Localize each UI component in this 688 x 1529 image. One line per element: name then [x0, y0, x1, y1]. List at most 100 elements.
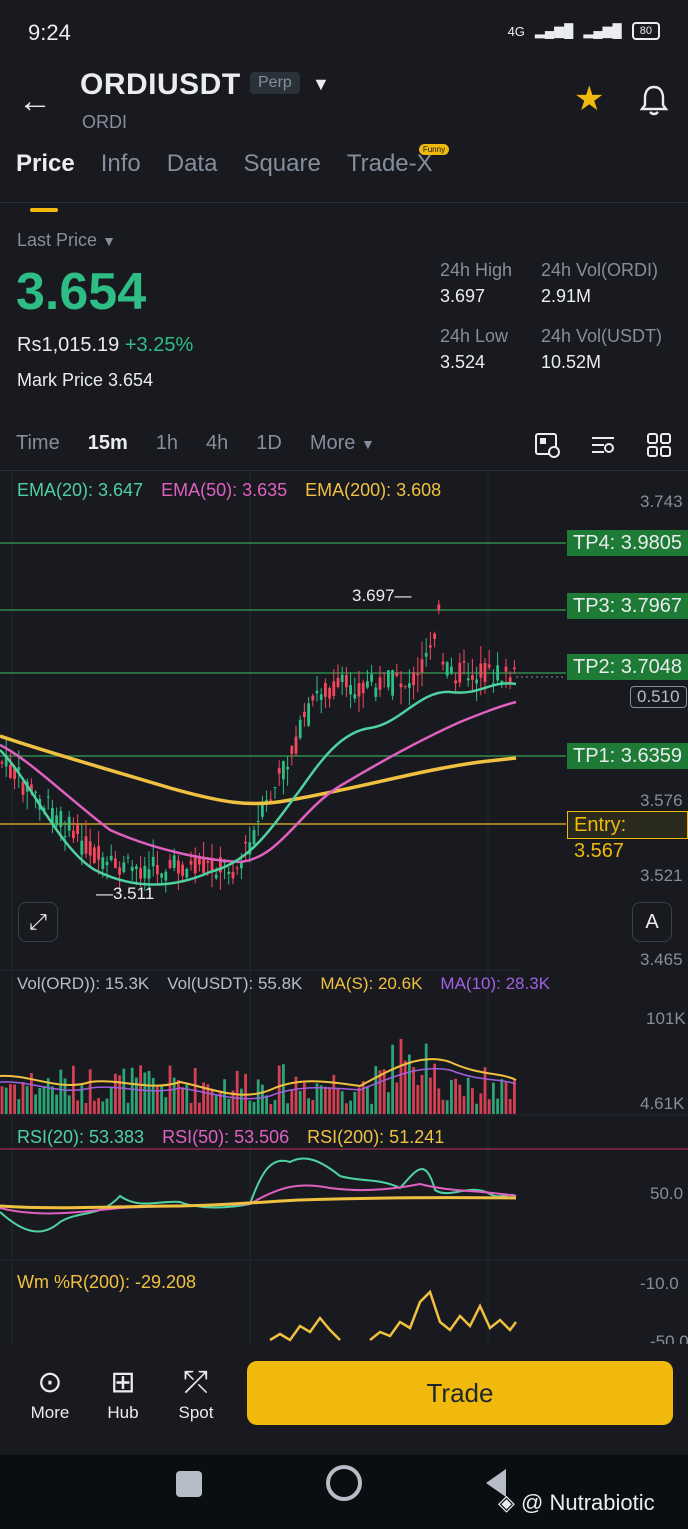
candle-body: [139, 868, 142, 879]
tab-data[interactable]: Data: [167, 150, 218, 200]
indicator-settings-icon[interactable]: [590, 432, 616, 458]
price-change: +3.25%: [124, 334, 194, 356]
tp3-tag[interactable]: TP3: 3.7967: [567, 593, 688, 619]
candle-body: [294, 736, 298, 754]
tf-1h[interactable]: 1h: [156, 432, 178, 455]
volume-bar: [412, 1067, 415, 1114]
symbol-dropdown-icon[interactable]: ▼: [312, 74, 330, 95]
candle-body: [59, 811, 63, 828]
hub-button[interactable]: ⊞ Hub: [93, 1363, 153, 1423]
high-annotation-value: 3.697: [352, 586, 395, 605]
favorite-star-icon[interactable]: ★: [574, 82, 604, 116]
volume-bar: [189, 1102, 193, 1114]
tf-15m[interactable]: 15m: [88, 432, 128, 455]
spot-button[interactable]: ⤱ Spot: [166, 1363, 226, 1423]
mark-price-label: Mark Price: [17, 370, 104, 390]
volume-bar: [513, 1080, 516, 1114]
tab-trade-x[interactable]: Trade-X Funny: [346, 144, 450, 200]
candle-body: [437, 604, 441, 610]
candle-body: [252, 830, 256, 845]
entry-tag[interactable]: Entry: 3.567: [567, 811, 688, 862]
candle-body: [487, 664, 491, 668]
volume-bar: [366, 1086, 369, 1114]
recents-icon[interactable]: [176, 1471, 202, 1497]
tab-info[interactable]: Info: [101, 150, 141, 200]
rsi20-line: [0, 1157, 517, 1233]
tab-price[interactable]: Price: [16, 150, 75, 212]
layout-grid-icon[interactable]: [646, 432, 672, 458]
volume-bar: [454, 1078, 457, 1114]
volume-bar: [416, 1084, 420, 1114]
candle-body: [303, 711, 306, 717]
bell-icon[interactable]: [636, 82, 672, 118]
ema50-legend: EMA(50): 3.635: [161, 480, 288, 500]
volume-bar: [403, 1060, 407, 1114]
volume-bar: [508, 1099, 512, 1114]
trade-button[interactable]: Trade: [247, 1361, 673, 1425]
tp4-tag[interactable]: TP4: 3.9805: [567, 530, 688, 556]
spot-swap-icon: ⤱: [184, 1366, 208, 1399]
volume-bar: [38, 1087, 42, 1114]
back-arrow-icon[interactable]: ←: [18, 84, 52, 118]
volume-bar: [450, 1079, 453, 1114]
volume-bar: [130, 1067, 134, 1114]
volume-legend[interactable]: Vol(ORD)): 15.3K Vol(USDT): 55.8K MA(S):…: [17, 974, 550, 994]
volume-bar: [21, 1081, 25, 1114]
last-price-dropdown-icon: ▼: [102, 233, 116, 249]
volume-bar: [282, 1064, 285, 1114]
axis-price-3: 3.521: [640, 866, 683, 885]
candle-body: [177, 860, 180, 874]
tab-square[interactable]: Square: [243, 150, 320, 200]
volume-bar: [433, 1063, 436, 1114]
candle-body: [126, 857, 130, 859]
volume-bar: [147, 1070, 151, 1114]
volume-bar: [437, 1088, 441, 1114]
candle-body: [88, 841, 92, 856]
tp2-tag[interactable]: TP2: 3.7048: [567, 654, 688, 680]
candle-body: [399, 683, 403, 688]
candle-body: [403, 685, 407, 687]
wr-line: [269, 1289, 517, 1342]
volume-bar: [122, 1068, 126, 1114]
rsi200-legend: RSI(200): 51.241: [307, 1127, 445, 1147]
candle-body: [202, 857, 205, 873]
symbol-subtitle: ORDI: [82, 112, 127, 132]
candle-body: [273, 786, 277, 788]
symbol-title[interactable]: ORDIUSDT: [80, 68, 241, 102]
tf-4h[interactable]: 4h: [206, 432, 228, 455]
home-icon[interactable]: [326, 1465, 362, 1501]
volume-bar: [492, 1082, 495, 1114]
chart-image-icon[interactable]: [534, 432, 560, 458]
fullscreen-expand-icon[interactable]: ⤢: [18, 902, 58, 942]
timeframe-bar: Time 15m 1h 4h 1D More ▼: [16, 432, 375, 455]
candle-body: [168, 859, 172, 869]
tf-time[interactable]: Time: [16, 432, 60, 455]
candle-body: [256, 820, 260, 822]
candle-body: [471, 675, 474, 680]
candle-body: [513, 667, 516, 670]
tp1-tag[interactable]: TP1: 3.6359: [567, 743, 688, 769]
wr-legend[interactable]: Wm %R(200): -29.208: [17, 1272, 196, 1293]
candle-body: [193, 855, 197, 874]
fiat-price: Rs1,015.19: [17, 334, 120, 356]
ma10-legend: MA(10): 28.3K: [440, 974, 551, 993]
rsi-legend[interactable]: RSI(20): 53.383 RSI(50): 53.506 RSI(200)…: [17, 1127, 444, 1148]
volume-bar: [387, 1092, 390, 1114]
candle-body: [101, 857, 105, 869]
more-button[interactable]: ⊙ More: [20, 1363, 80, 1423]
volume-bar: [324, 1086, 327, 1114]
volume-bar: [9, 1084, 12, 1114]
volume-bar: [395, 1082, 399, 1114]
status-time: 9:24: [28, 20, 71, 45]
candle-body: [475, 679, 478, 684]
ema-legend[interactable]: EMA(20): 3.647 EMA(50): 3.635 EMA(200): …: [17, 480, 441, 501]
candle-body: [441, 661, 445, 665]
last-price-label[interactable]: Last Price ▼: [17, 230, 116, 251]
tab-trade-x-label: Trade-X: [346, 150, 433, 177]
auto-scale-button[interactable]: A: [632, 902, 672, 942]
candle-body: [160, 873, 163, 878]
tf-more[interactable]: More ▼: [310, 432, 375, 455]
tf-1d[interactable]: 1D: [256, 432, 282, 455]
axis-vol-lo: 4.61K: [640, 1094, 685, 1113]
volume-bar: [424, 1043, 428, 1114]
